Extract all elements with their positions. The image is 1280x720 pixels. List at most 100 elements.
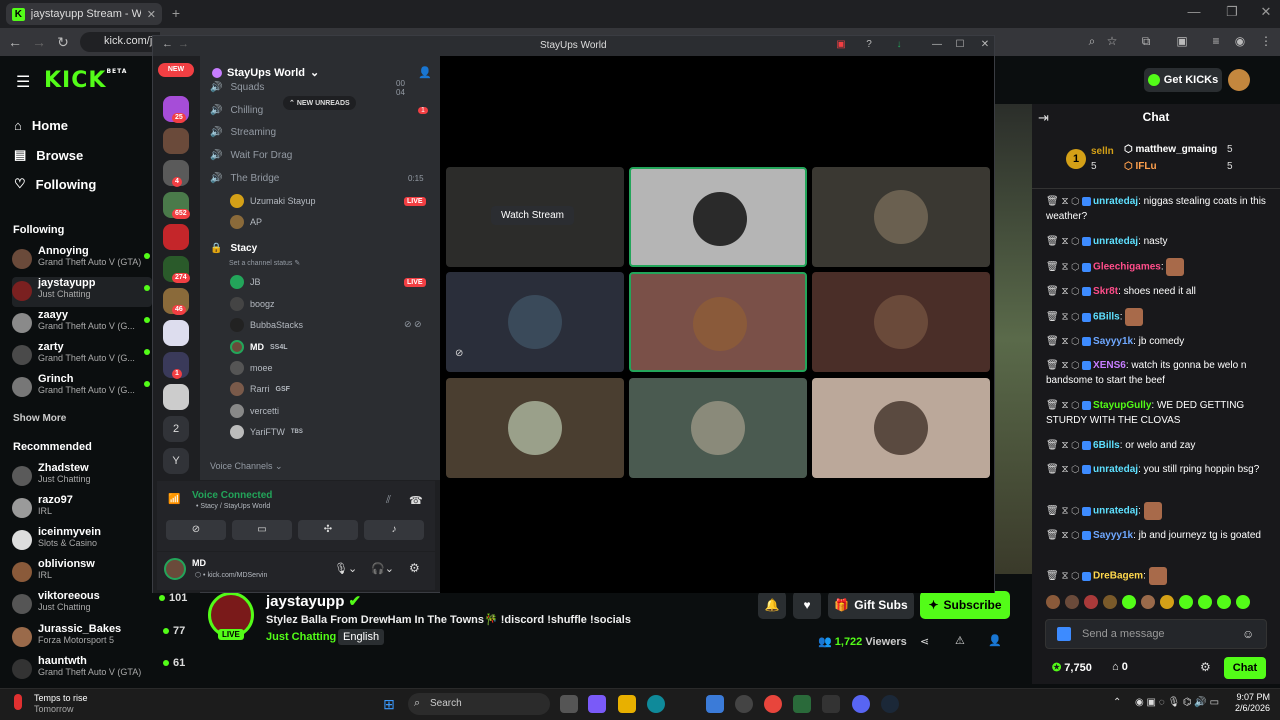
back-arrow-icon[interactable]: ← (6, 34, 24, 50)
chat-username[interactable]: 6Bills (1093, 440, 1120, 451)
leader-name[interactable]: ⬡ matthew_gmaing (1124, 144, 1217, 155)
reading-list-icon[interactable]: ≡ (1206, 34, 1226, 48)
discord-close-button[interactable]: ✕ (978, 39, 992, 50)
gift-subs-button[interactable]: 🎁 Gift Subs (828, 591, 914, 619)
server-icon[interactable]: Y (163, 448, 189, 474)
following-item[interactable]: zarty Grand Theft Auto V (G... (12, 341, 152, 371)
chat-username[interactable]: Sayyy1k (1093, 530, 1133, 541)
nav-following[interactable]: ♡ Following (14, 176, 96, 192)
weather-widget[interactable]: Temps to rise Tomorrow (34, 693, 88, 715)
server-icon[interactable] (163, 384, 189, 410)
extensions-icon[interactable]: ⧉ (1136, 34, 1156, 49)
chat-username[interactable]: unratedaj (1093, 236, 1138, 247)
zoom-icon[interactable]: ⌕ (1082, 34, 1102, 49)
voice-user[interactable]: Uzumaki Stayup (230, 194, 316, 208)
browser-tab[interactable]: K jaystayupp Stream - Watch Live ✕ (6, 3, 162, 25)
mod-action-icons[interactable]: 🗑 ⧖ ⬡ (1046, 400, 1082, 411)
taskbar-search[interactable]: Search (408, 693, 550, 715)
video-tile[interactable] (446, 272, 624, 372)
voice-channel[interactable]: 🔊 Streaming (210, 127, 276, 138)
reload-icon[interactable]: ↻ (54, 34, 72, 51)
emoji-picker-icon[interactable]: ☺ (1242, 627, 1254, 641)
forward-arrow-icon[interactable]: → (30, 34, 48, 50)
bookmark-star-icon[interactable]: ☆ (1102, 34, 1122, 48)
window-close-button[interactable]: ✕ (1252, 4, 1280, 20)
video-tile[interactable] (629, 272, 807, 372)
chat-username[interactable]: 6Bills (1093, 312, 1120, 323)
leader-name[interactable]: selln (1091, 146, 1114, 157)
voice-user[interactable]: YariFTW TBS (230, 425, 303, 439)
drops-count[interactable]: ⌂ 0 (1112, 661, 1128, 673)
voice-channel[interactable]: 🔊 The Bridge 0:15 (210, 173, 424, 184)
chat-username[interactable]: unratedaj (1093, 506, 1138, 517)
voice-user[interactable]: JB (230, 275, 261, 289)
chrome-icon[interactable] (764, 695, 782, 713)
channel-points[interactable]: ✪ 7,750 (1052, 661, 1092, 674)
chat-username[interactable]: unratedaj (1093, 196, 1138, 207)
app-icon[interactable] (735, 695, 753, 713)
subscribe-button[interactable]: ✦ Subscribe (920, 591, 1010, 619)
server-name-header[interactable]: StayUps World ⌄ (212, 66, 319, 79)
nav-home[interactable]: ⌂ Home (14, 118, 68, 133)
discord-stream-status-icon[interactable]: ▣ (834, 39, 848, 50)
voice-user[interactable]: boogz (230, 297, 275, 311)
voice-user[interactable]: Rarri GSF (230, 382, 290, 396)
server-icon[interactable] (163, 128, 189, 154)
chat-username[interactable]: XENS6 (1093, 360, 1126, 371)
system-clock[interactable]: 9:07 PM 2/6/2026 (1230, 692, 1270, 714)
app-icon[interactable] (822, 695, 840, 713)
chat-message-input[interactable]: Send a message (1045, 619, 1267, 649)
mod-action-icons[interactable]: 🗑 ⧖ ⬡ (1046, 530, 1082, 541)
task-view-icon[interactable] (560, 695, 578, 713)
chat-username[interactable]: StayupGully (1093, 400, 1151, 411)
emote[interactable] (1141, 595, 1155, 609)
video-tile[interactable] (812, 272, 990, 372)
new-unreads-pill[interactable]: ⌃ NEW UNREADS (283, 96, 356, 110)
recommended-item[interactable]: hauntwth Grand Theft Auto V (GTA) 61 (12, 655, 185, 685)
steam-icon[interactable] (881, 695, 899, 713)
emote[interactable] (1166, 258, 1185, 276)
microphone-icon[interactable]: 🎙⌄ (334, 562, 357, 575)
recommended-item[interactable]: Zhadstew Just Chatting (12, 462, 152, 492)
voice-channel[interactable]: 🔊 Wait For Drag (210, 150, 292, 161)
chat-username[interactable]: Sayyy1k (1093, 336, 1133, 347)
signal-icon[interactable]: 📶 (168, 494, 180, 505)
noise-suppression-icon[interactable]: ⫽ (386, 494, 391, 507)
emote[interactable] (1160, 595, 1174, 609)
profile-icon[interactable]: ◉ (1230, 34, 1250, 48)
report-icon[interactable]: ⚠ (955, 634, 965, 647)
get-kicks-button[interactable]: Get KICKs (1144, 68, 1222, 92)
split-view-icon[interactable]: ▣ (1172, 34, 1192, 48)
chat-username[interactable]: Gleechigames (1093, 262, 1161, 273)
share-icon[interactable]: ⋖ (920, 635, 929, 648)
video-tile[interactable] (629, 167, 807, 267)
discord-taskbar-icon[interactable] (852, 695, 870, 713)
current-voice-channel[interactable]: 🔒 Stacy (210, 243, 257, 254)
emote[interactable] (1084, 595, 1098, 609)
emote[interactable] (1148, 567, 1167, 585)
mod-action-icons[interactable]: 🗑 ⧖ ⬡ (1046, 196, 1082, 207)
emote[interactable] (1179, 595, 1193, 609)
mod-action-icons[interactable]: 🗑 ⧖ ⬡ (1046, 506, 1082, 517)
emote[interactable] (1236, 595, 1250, 609)
kick-logo[interactable]: KICKBETA (44, 68, 127, 93)
outlook-icon[interactable] (706, 695, 724, 713)
voice-channels-category[interactable]: Voice Channels ⌄ (210, 461, 283, 472)
following-item[interactable]: Grinch Grand Theft Auto V (G... (12, 373, 152, 403)
user-settings-gear-icon[interactable]: ⚙ (409, 561, 420, 575)
voice-user[interactable]: moee (230, 361, 273, 375)
voice-connected-status[interactable]: Voice Connected (192, 490, 272, 501)
recommended-item[interactable]: razo97 IRL (12, 494, 152, 524)
url-input[interactable]: kick.com/ja (80, 32, 160, 52)
camera-off-button[interactable]: ⊘ (166, 520, 226, 540)
following-item[interactable]: Annoying Grand Theft Auto V (GTA) (12, 245, 152, 275)
mod-action-icons[interactable]: 🗑 ⧖ ⬡ (1046, 440, 1082, 451)
disconnect-icon[interactable]: ☎ (409, 494, 423, 507)
mod-action-icons[interactable]: 🗑 ⧖ ⬡ (1046, 262, 1082, 273)
discord-maximize-button[interactable]: ☐ (953, 39, 967, 50)
video-player[interactable] (995, 104, 1032, 574)
mod-action-icons[interactable]: 🗑 ⧖ ⬡ (1046, 286, 1082, 297)
copilot-icon[interactable] (588, 695, 606, 713)
server-icon[interactable] (163, 320, 189, 346)
add-member-icon[interactable]: 👤 (418, 66, 432, 79)
